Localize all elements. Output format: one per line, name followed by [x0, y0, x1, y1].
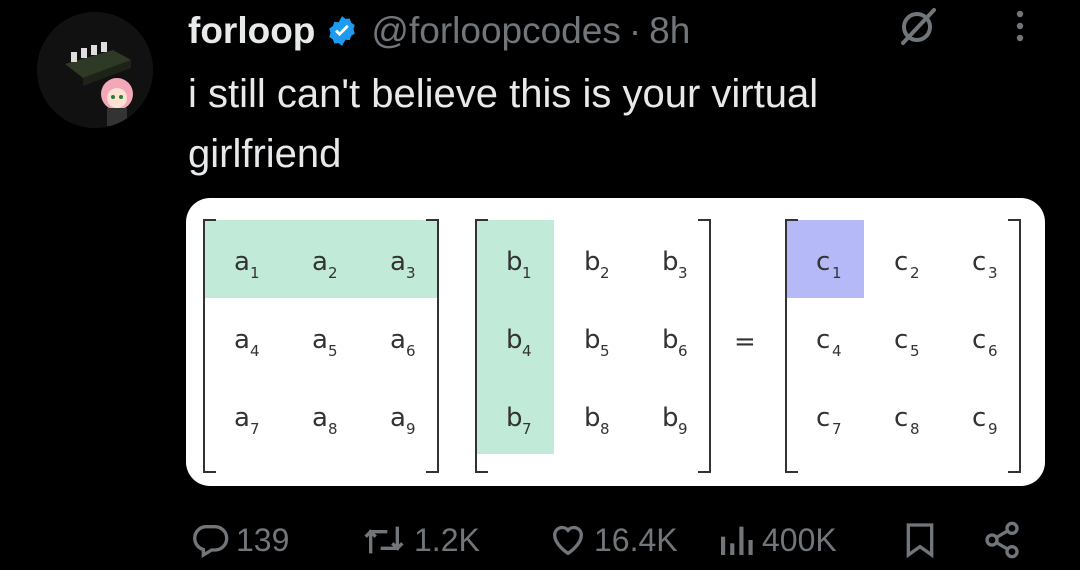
matrix-a-cell: a [312, 247, 328, 277]
reply-icon [193, 525, 229, 558]
matrix-b-cell: b [584, 403, 601, 433]
matrix-c-cell-subscript: 3 [988, 264, 998, 282]
equals-sign: = [734, 327, 756, 357]
matrix-b-cell: b [506, 247, 523, 277]
matrix-a-cell: a [234, 325, 250, 355]
matrix-c-cell: c [972, 403, 986, 433]
matrix-b-cell-subscript: 7 [522, 420, 532, 438]
matrix-c-cell: c [894, 403, 908, 433]
matrix-a-cell-subscript: 6 [406, 342, 416, 360]
bookmark-button[interactable] [900, 510, 940, 570]
matrix-c-cell: c [816, 403, 830, 433]
matrix-c-cell-subscript: 1 [832, 264, 842, 282]
matrix-b-cell-subscript: 3 [678, 264, 688, 282]
views-bar-chart-icon [721, 526, 753, 555]
action-bar: 139 1.2K 16.4K 400K [0, 510, 1080, 570]
matrix-b-cell: b [662, 403, 679, 433]
separator-dot: · [628, 10, 642, 51]
repost-button[interactable]: 1.2K [360, 510, 480, 570]
matrix-a-cell-subscript: 7 [250, 420, 260, 438]
matrix-c-cell-subscript: 6 [988, 342, 998, 360]
matrix-b-cell: b [506, 403, 523, 433]
matrix-a-cell-subscript: 5 [328, 342, 338, 360]
views-button[interactable]: 400K [716, 510, 837, 570]
matrix-c-cell: c [972, 247, 986, 277]
post-image[interactable]: a1a2a3a4a5a6a7a8a9b1b2b3b4b5b6b7b8b9c1c2… [186, 198, 1045, 486]
matrix-b-cell: b [584, 247, 601, 277]
matrix-b-cell: b [662, 325, 679, 355]
matrix-b-cell-subscript: 9 [678, 420, 688, 438]
more-options-icon[interactable] [1010, 6, 1030, 46]
matrix-a-cell: a [234, 403, 250, 433]
matrix-c-cell: c [816, 325, 830, 355]
matrix-c-cell: c [894, 247, 908, 277]
matrix-b-cell-subscript: 5 [600, 342, 610, 360]
matrix-b-right-bracket [698, 219, 711, 473]
post-time[interactable]: 8h [649, 10, 690, 52]
author-handle[interactable]: @forloopcodes [371, 10, 620, 52]
matrix-a-cell: a [390, 403, 406, 433]
post-header: forloop @forloopcodes · 8h [188, 6, 1080, 56]
matrix-b-cell-subscript: 2 [600, 264, 610, 282]
matrix-b-cell: b [506, 325, 523, 355]
like-button[interactable]: 16.4K [548, 510, 678, 570]
matrix-b-cell-subscript: 6 [678, 342, 688, 360]
views-count: 400K [762, 521, 837, 558]
matrix-multiplication-image: a 1 a 2 a 3a 4 a 5 a 6a 7 a 8 a 9b 1 b 2 b 3b 4 b 5 b 6b 7 b 8 b 9c 1 c 2… [203, 219, 1021, 473]
like-count: 16.4K [594, 521, 678, 558]
matrix-a-cell: a [390, 325, 406, 355]
matrix-c-right-bracket [1008, 219, 1021, 473]
matrix-c-cell-subscript: 7 [832, 420, 842, 438]
matrix-c-cell-subscript: 4 [832, 342, 842, 360]
matrix-a-cell-subscript: 9 [406, 420, 416, 438]
matrix-a-cell-subscript: 3 [406, 264, 416, 282]
matrix-b-cell: b [584, 325, 601, 355]
repost-icon [364, 526, 404, 554]
verified-badge-icon [329, 16, 356, 46]
matrix-c-cell: c [816, 247, 830, 277]
matrix-c-cell-subscript: 2 [910, 264, 920, 282]
heart-icon [552, 525, 584, 556]
matrix-b-cell-subscript: 8 [600, 420, 610, 438]
matrix-b-cell-subscript: 1 [522, 264, 532, 282]
bookmark-icon [906, 523, 934, 559]
grok-icon[interactable] [898, 6, 938, 46]
author-avatar[interactable] [37, 12, 153, 128]
reply-button[interactable]: 139 [190, 510, 289, 570]
matrix-c-cell-subscript: 9 [988, 420, 998, 438]
post-text: i still can't believe this is your virtu… [188, 72, 819, 176]
matrix-a-cell: a [312, 325, 328, 355]
matrix-a-cell-subscript: 2 [328, 264, 338, 282]
matrix-c-cell: c [972, 325, 986, 355]
share-icon [985, 521, 1019, 559]
matrix-a-cell-subscript: 8 [328, 420, 338, 438]
matrix-c-cell-subscript: 8 [910, 420, 920, 438]
reply-count: 139 [236, 521, 290, 558]
matrix-a-cell-subscript: 4 [250, 342, 260, 360]
anime-girl-avatar-icon [37, 12, 153, 128]
matrix-a-cell: a [312, 403, 328, 433]
share-button[interactable] [982, 510, 1022, 570]
matrix-b-cell: b [662, 247, 679, 277]
matrix-b-cell-subscript: 4 [522, 342, 532, 360]
matrix-a-cell-subscript: 1 [250, 264, 260, 282]
matrix-c-cell-subscript: 5 [910, 342, 920, 360]
matrix-a-cell: a [390, 247, 406, 277]
matrix-a-cell: a [234, 247, 250, 277]
author-name[interactable]: forloop [188, 10, 315, 52]
matrix-c-cell: c [894, 325, 908, 355]
repost-count: 1.2K [414, 521, 480, 558]
